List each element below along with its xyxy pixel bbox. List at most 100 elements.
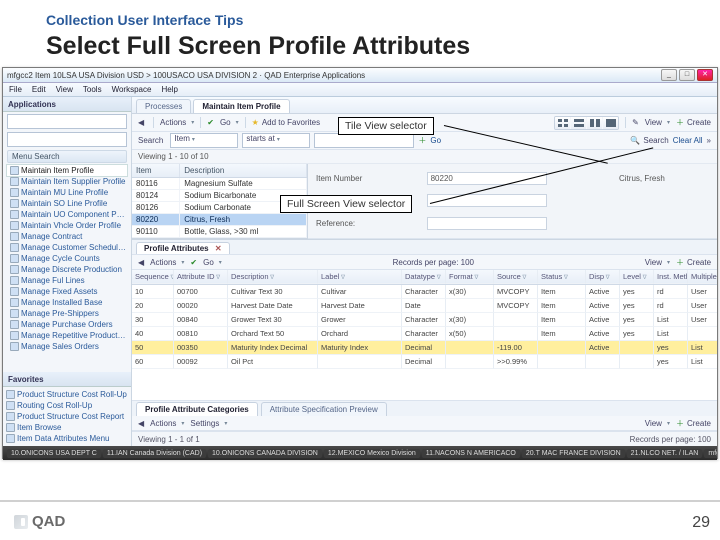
titlebar[interactable]: mfgcc2 Item 10LSA USA Division USD > 100… — [3, 68, 717, 83]
sidebar-item[interactable]: Maintain Vhcle Order Profile — [7, 220, 127, 231]
menu-help[interactable]: Help — [161, 85, 177, 94]
view-tile-button[interactable] — [555, 117, 570, 129]
sidebar-favorites-header[interactable]: Favorites — [3, 372, 131, 387]
favorite-item[interactable]: Routing Cost Roll-Up — [3, 400, 131, 411]
actions-button[interactable]: Actions — [160, 118, 194, 127]
settings-button[interactable]: Settings — [190, 419, 227, 428]
col-header[interactable]: Format — [446, 270, 494, 284]
back-button-3[interactable]: ◀ — [138, 419, 144, 428]
go-button[interactable]: Go — [220, 118, 239, 127]
table-row[interactable]: 4000810Orchard Text 50OrchardCharacterx(… — [132, 327, 717, 341]
col-item[interactable]: Item — [132, 164, 180, 177]
search-field-select[interactable]: Item — [170, 133, 238, 148]
tab-attr-spec-preview[interactable]: Attribute Specification Preview — [261, 402, 387, 416]
ok-button[interactable]: ✔ — [207, 118, 214, 127]
table-row[interactable]: 6000092Oil PctDecimal>>0.99%yesListSyste… — [132, 355, 717, 369]
tab-processes[interactable]: Processes — [136, 99, 191, 113]
col-header[interactable]: Disp — [586, 270, 620, 284]
table-row[interactable]: 80116Magnesium Sulfate — [132, 178, 307, 190]
back-button[interactable]: ◀ — [138, 118, 147, 127]
sidebar-item[interactable]: Manage Sales Orders — [7, 341, 127, 352]
search-run-button[interactable]: 🔍Search — [630, 136, 668, 145]
sidebar-item[interactable]: Manage Discrete Production — [7, 264, 127, 275]
field-reference[interactable] — [427, 217, 547, 230]
create-button-2[interactable]: ＋Create — [676, 257, 711, 268]
sidebar-item[interactable]: Manage Repetitive Production — [7, 330, 127, 341]
view-hsplit-button[interactable] — [571, 117, 586, 129]
status-crumb[interactable]: 11.NACONS N AMERICACO — [422, 449, 520, 458]
menu-file[interactable]: File — [9, 85, 22, 94]
actions-button-3[interactable]: Actions — [150, 419, 184, 428]
table-row[interactable]: 1000700Cultivar Text 30CultivarCharacter… — [132, 285, 717, 299]
table-row[interactable]: 5000350Maturity Index DecimalMaturity In… — [132, 341, 717, 355]
status-crumb[interactable]: 21.NLCO NET. / ILAN — [627, 449, 703, 458]
tab-maintain-item-profile[interactable]: Maintain Item Profile — [193, 99, 289, 113]
status-crumb[interactable]: 10.ONICONS CANADA DIVISION — [208, 449, 322, 458]
favorite-item[interactable]: Item Data Attributes Menu — [3, 433, 131, 444]
close-icon[interactable]: ✕ — [215, 244, 222, 253]
tab-profile-attributes[interactable]: Profile Attributes ✕ — [136, 242, 230, 254]
view-vsplit-button[interactable] — [587, 117, 602, 129]
sidebar-item[interactable]: Manage Customer Scheduled Ord — [7, 242, 127, 253]
search-add-button[interactable]: ＋ — [418, 135, 426, 146]
sidebar-item[interactable]: Maintain UO Component Profile — [7, 209, 127, 220]
col-header[interactable]: Source — [494, 270, 538, 284]
menu-view[interactable]: View — [56, 85, 73, 94]
add-favorite-button[interactable]: ★Add to Favorites — [252, 118, 320, 127]
favorite-item[interactable]: Item Browse — [3, 422, 131, 433]
window-close-button[interactable]: ✕ — [697, 69, 713, 81]
col-header[interactable]: Attribute ID — [174, 270, 228, 284]
col-header[interactable]: Description — [228, 270, 318, 284]
sidebar-item[interactable]: Manage Cycle Counts — [7, 253, 127, 264]
col-description[interactable]: Description — [180, 164, 307, 177]
sidebar-apps-header[interactable]: Applications — [3, 97, 131, 112]
back-button-2[interactable]: ◀ — [138, 258, 144, 267]
create-button-3[interactable]: ＋Create — [676, 418, 711, 429]
window-maximize-button[interactable]: □ — [679, 69, 695, 81]
col-header[interactable]: Sequence — [132, 270, 174, 284]
sidebar-item[interactable]: Manage Purchase Orders — [7, 319, 127, 330]
view-button-2[interactable]: View — [645, 258, 670, 267]
search-op-select[interactable]: starts at — [242, 133, 310, 148]
sidebar-item[interactable]: Manage Fixed Assets — [7, 286, 127, 297]
status-crumb[interactable]: 10.ONICONS USA DEPT C — [7, 449, 101, 458]
favorite-item[interactable]: Product Structure Cost Roll-Up — [3, 389, 131, 400]
col-header[interactable]: Label — [318, 270, 402, 284]
attributes-grid[interactable]: SequenceAttribute IDDescriptionLabelData… — [132, 270, 717, 400]
view-button[interactable]: View — [645, 118, 670, 127]
menu-workspace[interactable]: Workspace — [112, 85, 152, 94]
status-crumb[interactable]: 20.T MAC FRANCE DIVISION — [522, 449, 625, 458]
table-row[interactable]: 2000020Harvest Date DateHarvest DateDate… — [132, 299, 717, 313]
col-header[interactable]: Level — [620, 270, 654, 284]
window-minimize-button[interactable]: _ — [661, 69, 677, 81]
sidebar-search-input[interactable] — [7, 114, 127, 129]
sidebar-item[interactable]: Manage Contract — [7, 231, 127, 242]
menu-tools[interactable]: Tools — [83, 85, 102, 94]
view-button-3[interactable]: View — [645, 419, 670, 428]
sidebar-item[interactable]: Manage Ful Lines — [7, 275, 127, 286]
sidebar-item[interactable]: Manage Installed Base — [7, 297, 127, 308]
actions-button-2[interactable]: Actions — [150, 258, 184, 267]
table-row[interactable]: 3000840Grower Text 30GrowerCharacterx(30… — [132, 313, 717, 327]
col-header[interactable]: Inst. Method — [654, 270, 688, 284]
view-fullscreen-button[interactable] — [603, 117, 618, 129]
search-value-input[interactable] — [314, 133, 414, 148]
sidebar-item[interactable]: Maintain SO Line Profile — [7, 198, 127, 209]
create-button[interactable]: ＋Create — [676, 117, 711, 128]
table-row[interactable]: 80220Citrus, Fresh — [132, 214, 307, 226]
tab-attr-categories[interactable]: Profile Attribute Categories — [136, 402, 258, 416]
go-button-2[interactable]: Go — [203, 258, 222, 267]
sidebar-item[interactable]: Manage Pre-Shippers — [7, 308, 127, 319]
sidebar-item[interactable]: Maintain Item Supplier Profile — [7, 176, 127, 187]
clear-all-link[interactable]: Clear All — [673, 136, 703, 145]
favorite-item[interactable]: Product Structure Cost Report — [3, 411, 131, 422]
status-crumb[interactable]: 12.MEXICO Mexico Division — [324, 449, 420, 458]
menu-edit[interactable]: Edit — [32, 85, 46, 94]
col-header[interactable]: Status — [538, 270, 586, 284]
filter-toggle-button[interactable]: » — [707, 136, 711, 145]
sidebar-search-input-2[interactable] — [7, 132, 127, 147]
col-header[interactable]: Datatype — [402, 270, 446, 284]
sidebar-item[interactable]: Maintain MU Line Profile — [7, 187, 127, 198]
status-crumb[interactable]: 11.IAN Canada Division (CAD) — [103, 449, 206, 458]
search-go-link[interactable]: Go — [430, 136, 441, 145]
